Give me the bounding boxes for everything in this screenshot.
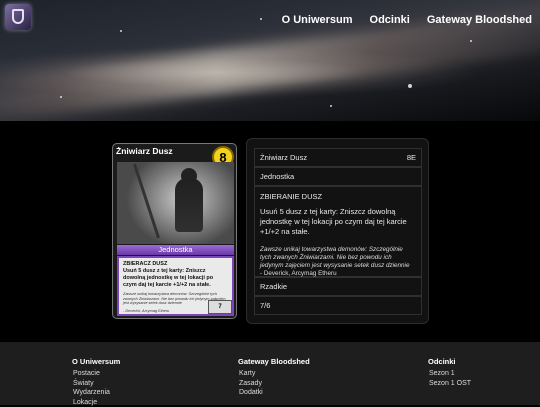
footer-link-karty[interactable]: Karty: [238, 369, 310, 379]
star: [60, 96, 62, 98]
footer-heading: O Uniwersum: [72, 357, 120, 366]
detail-number: 7/6: [260, 301, 270, 310]
card-ability-text: Usuń 5 dusz z tej karty: Zniszcz dowolną…: [123, 268, 228, 289]
card-image: Żniwiarz Dusz 8 Jednostka ZBIERACZ DUSZ …: [112, 143, 237, 319]
card-set-badge: 7: [208, 300, 232, 314]
footer-link-sezon-1[interactable]: Sezon 1: [428, 369, 471, 379]
footer-link-postacie[interactable]: Postacie: [72, 369, 120, 379]
footer-link-swiaty[interactable]: Światy: [72, 379, 120, 389]
detail-row-number: 7/6: [254, 296, 422, 315]
detail-cost: 8E: [407, 153, 416, 162]
card-ability-title: ZBIERACZ DUSZ: [123, 261, 228, 268]
footer-link-dodatki[interactable]: Dodatki: [238, 388, 310, 398]
detail-row-type: Jednostka: [254, 167, 422, 186]
detail-row-name: Żniwiarz Dusz 8E: [254, 148, 422, 167]
nav-link-gateway-bloodshed[interactable]: Gateway Bloodshed: [427, 14, 532, 26]
star: [470, 40, 472, 42]
art-figure: [175, 178, 203, 232]
footer-link-wydarzenia[interactable]: Wydarzenia: [72, 388, 120, 398]
hero-banner: O Uniwersum Odcinki Gateway Bloodshed: [0, 0, 540, 121]
site-footer: O Uniwersum Postacie Światy Wydarzenia L…: [0, 342, 540, 405]
footer-column-gateway-bloodshed: Gateway Bloodshed Karty Zasady Dodatki: [238, 357, 310, 398]
footer-column-o-uniwersum: O Uniwersum Postacie Światy Wydarzenia L…: [72, 357, 120, 407]
footer-column-odcinki: Odcinki Sezon 1 Sezon 1 OST: [428, 357, 471, 388]
detail-ability-title: ZBIERANIE DUSZ: [260, 192, 416, 201]
detail-row-ability: ZBIERANIE DUSZ Usuń 5 dusz z tej karty: …: [254, 186, 422, 277]
detail-ability-text: Usuń 5 dusz z tej karty: Zniszcz dowolną…: [260, 207, 416, 237]
site-logo-icon[interactable]: [5, 4, 31, 30]
main-nav: O Uniwersum Odcinki Gateway Bloodshed: [282, 14, 532, 26]
star: [330, 105, 332, 107]
card-type-banner: Jednostka: [117, 245, 234, 255]
detail-type: Jednostka: [260, 172, 294, 181]
art-sword: [133, 163, 160, 238]
detail-name: Żniwiarz Dusz: [260, 153, 307, 162]
star: [120, 30, 122, 32]
card-details-panel: Żniwiarz Dusz 8E Jednostka ZBIERANIE DUS…: [246, 138, 429, 324]
detail-row-rarity: Rzadkie: [254, 277, 422, 296]
detail-rarity: Rzadkie: [260, 282, 287, 291]
detail-flavor-text: Zawsze unikaj towarzystwa demonów: Szcze…: [260, 246, 416, 270]
star: [408, 84, 412, 88]
nav-link-odcinki[interactable]: Odcinki: [370, 14, 410, 26]
footer-heading: Gateway Bloodshed: [238, 357, 310, 366]
footer-link-lokacje[interactable]: Lokacje: [72, 398, 120, 407]
card-title: Żniwiarz Dusz: [116, 146, 173, 156]
footer-heading: Odcinki: [428, 357, 471, 366]
star: [260, 18, 262, 20]
nav-link-o-uniwersum[interactable]: O Uniwersum: [282, 14, 353, 26]
card-artwork: [117, 162, 234, 244]
footer-link-sezon-1-ost[interactable]: Sezon 1 OST: [428, 379, 471, 389]
footer-link-zasady[interactable]: Zasady: [238, 379, 310, 389]
